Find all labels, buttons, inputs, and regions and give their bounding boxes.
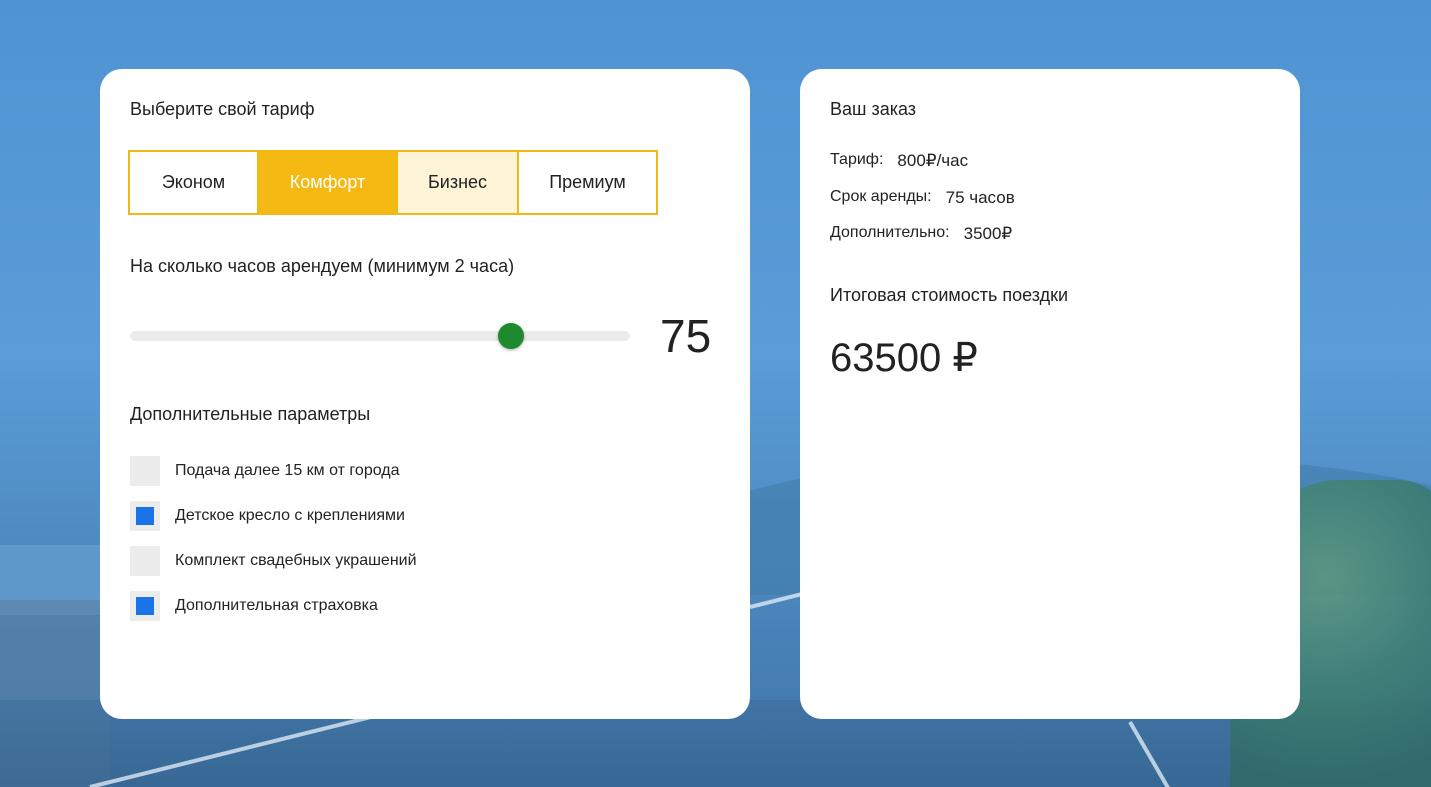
total-price: 63500 ₽ — [830, 336, 978, 380]
order-extra-row: Дополнительно: 3500₽ — [830, 224, 1012, 244]
hours-slider-thumb[interactable] — [498, 323, 524, 349]
order-summary-card: Ваш заказ Тариф: 800₽/час Срок аренды: 7… — [800, 69, 1300, 719]
tariff-option-comfort[interactable]: Комфорт — [257, 152, 396, 213]
order-extra-label: Дополнительно: — [830, 224, 950, 241]
extra-option-label: Комплект свадебных украшений — [175, 552, 417, 569]
order-duration-value: 75 часов — [945, 188, 1015, 207]
tariff-selector: Эконом Комфорт Бизнес Премиум — [128, 150, 658, 215]
checkbox[interactable] — [130, 546, 160, 576]
tariff-card: Выберите свой тариф Эконом Комфорт Бизне… — [100, 69, 750, 719]
tariff-option-premium[interactable]: Премиум — [517, 152, 656, 213]
order-tariff-row: Тариф: 800₽/час — [830, 151, 968, 171]
total-label: Итоговая стоимость поездки — [830, 285, 1069, 305]
tariff-option-economy[interactable]: Эконом — [130, 152, 257, 213]
tariff-option-business[interactable]: Бизнес — [396, 152, 517, 213]
extras-title: Дополнительные параметры — [130, 404, 371, 424]
extra-option[interactable]: Комплект свадебных украшений — [130, 546, 417, 576]
extra-option-label: Детское кресло с креплениями — [175, 507, 405, 524]
extra-option[interactable]: Детское кресло с креплениями — [130, 501, 405, 531]
checkbox[interactable] — [130, 456, 160, 486]
extra-option[interactable]: Дополнительная страховка — [130, 591, 378, 621]
extra-option[interactable]: Подача далее 15 км от города — [130, 456, 400, 486]
extra-option-label: Дополнительная страховка — [175, 597, 378, 614]
hours-label: На сколько часов арендуем (минимум 2 час… — [130, 256, 515, 276]
tariff-title: Выберите свой тариф — [130, 99, 315, 119]
order-title: Ваш заказ — [830, 99, 917, 119]
checkbox[interactable] — [130, 591, 160, 621]
hours-slider-track[interactable] — [130, 331, 630, 341]
order-duration-row: Срок аренды: 75 часов — [830, 188, 1015, 208]
extra-option-label: Подача далее 15 км от города — [175, 462, 400, 479]
order-tariff-value: 800₽/час — [897, 151, 969, 170]
order-extra-value: 3500₽ — [963, 224, 1013, 243]
order-duration-label: Срок аренды: — [830, 188, 932, 205]
checkbox[interactable] — [130, 501, 160, 531]
hours-value: 75 — [660, 310, 712, 362]
order-tariff-label: Тариф: — [830, 151, 884, 168]
